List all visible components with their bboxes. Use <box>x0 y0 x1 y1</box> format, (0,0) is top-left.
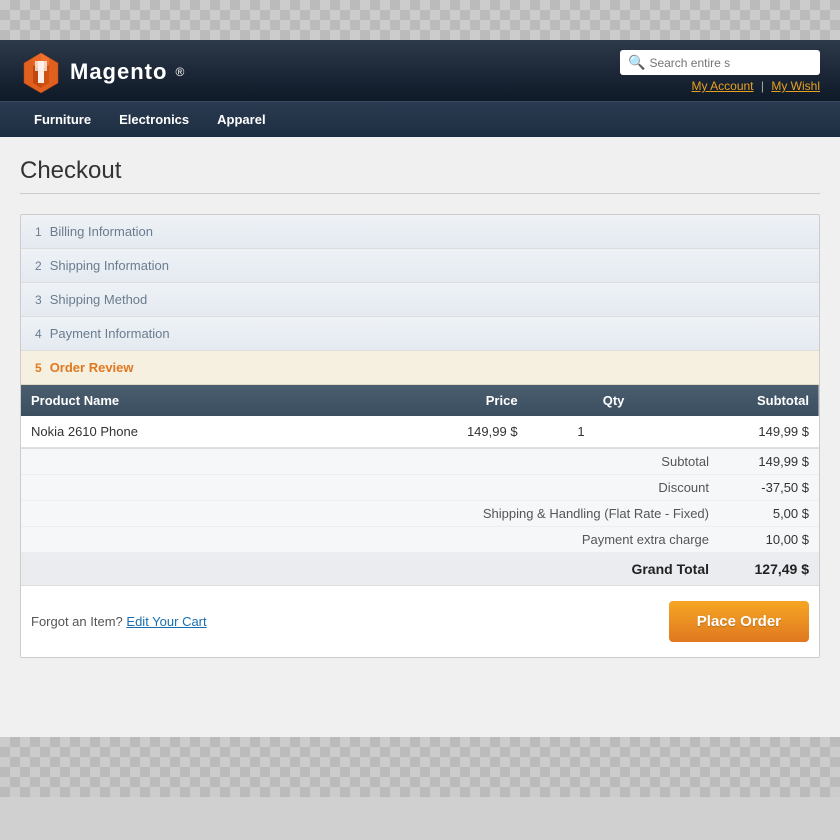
shipping-label: Shipping & Handling (Flat Rate - Fixed) <box>449 506 709 521</box>
step-3-number: 3 <box>35 293 42 307</box>
logo-area: Magento ® <box>20 51 184 93</box>
shipping-value: 5,00 $ <box>729 506 809 521</box>
step-1-billing: 1 Billing Information <box>21 215 819 249</box>
search-icon: 🔍 <box>628 54 645 71</box>
bottom-transparent-area <box>0 737 840 797</box>
step-3-label: Shipping Method <box>50 292 148 307</box>
product-name-cell: Nokia 2610 Phone <box>21 416 347 448</box>
subtotal-row: Subtotal 149,99 $ <box>21 449 819 475</box>
nav-item-apparel[interactable]: Apparel <box>203 102 279 137</box>
account-links: My Account | My Wishl <box>691 79 820 93</box>
step-2-shipping-info: 2 Shipping Information <box>21 249 819 283</box>
step-2-label: Shipping Information <box>50 258 169 273</box>
grand-total-row: Grand Total 127,49 $ <box>21 553 819 585</box>
site-header: Magento ® 🔍 My Account | My Wishl <box>0 40 840 101</box>
step-4-payment: 4 Payment Information <box>21 317 819 351</box>
checkout-footer: Forgot an Item? Edit Your Cart Place Ord… <box>21 585 819 657</box>
order-table: Product Name Price Qty Subtotal Nokia 26… <box>21 385 819 448</box>
col-header-product: Product Name <box>21 385 347 416</box>
my-account-link[interactable]: My Account <box>691 79 753 93</box>
nav-items: Furniture Electronics Apparel <box>20 102 820 137</box>
col-header-price: Price <box>347 385 528 416</box>
forgot-text: Forgot an Item? <box>31 614 123 629</box>
shipping-row: Shipping & Handling (Flat Rate - Fixed) … <box>21 501 819 527</box>
link-separator: | <box>761 79 764 93</box>
step-2-number: 2 <box>35 259 42 273</box>
grand-total-label: Grand Total <box>449 561 709 577</box>
forgot-item-area: Forgot an Item? Edit Your Cart <box>31 614 207 629</box>
main-content: Checkout 1 Billing Information 2 Shippin… <box>0 137 840 737</box>
discount-row: Discount -37,50 $ <box>21 475 819 501</box>
nav-bar: Furniture Electronics Apparel <box>0 101 840 137</box>
payment-extra-value: 10,00 $ <box>729 532 809 547</box>
col-header-qty: Qty <box>528 385 635 416</box>
search-input[interactable] <box>649 56 812 70</box>
top-transparent-area <box>0 0 840 40</box>
table-row: Nokia 2610 Phone 149,99 $ 1 149,99 $ <box>21 416 819 448</box>
step-1-number: 1 <box>35 225 42 239</box>
discount-label: Discount <box>449 480 709 495</box>
step-1-label: Billing Information <box>50 224 153 239</box>
grand-total-value: 127,49 $ <box>729 561 809 577</box>
col-header-subtotal: Subtotal <box>634 385 819 416</box>
nav-item-electronics[interactable]: Electronics <box>105 102 203 137</box>
subtotal-label: Subtotal <box>449 454 709 469</box>
magento-logo-icon <box>20 51 62 93</box>
step-3-shipping-method: 3 Shipping Method <box>21 283 819 317</box>
step-5-number: 5 <box>35 361 42 375</box>
step-5-order-review: 5 Order Review <box>21 351 819 385</box>
subtotal-cell: 149,99 $ <box>634 416 819 448</box>
place-order-button[interactable]: Place Order <box>669 601 809 642</box>
step-4-number: 4 <box>35 327 42 341</box>
edit-cart-link[interactable]: Edit Your Cart <box>126 614 206 629</box>
logo-reg: ® <box>175 65 184 79</box>
my-wishlist-link[interactable]: My Wishl <box>771 79 820 93</box>
payment-extra-label: Payment extra charge <box>449 532 709 547</box>
search-bar[interactable]: 🔍 <box>620 50 820 75</box>
subtotal-value: 149,99 $ <box>729 454 809 469</box>
page-title: Checkout <box>20 157 820 194</box>
payment-extra-row: Payment extra charge 10,00 $ <box>21 527 819 553</box>
order-summary: Subtotal 149,99 $ Discount -37,50 $ Ship… <box>21 448 819 585</box>
checkout-container: 1 Billing Information 2 Shipping Informa… <box>20 214 820 658</box>
step-4-label: Payment Information <box>50 326 170 341</box>
nav-item-furniture[interactable]: Furniture <box>20 102 105 137</box>
header-right: 🔍 My Account | My Wishl <box>620 50 820 93</box>
logo-text: Magento <box>70 59 167 85</box>
step-5-label: Order Review <box>50 360 134 375</box>
discount-value: -37,50 $ <box>729 480 809 495</box>
price-cell: 149,99 $ <box>347 416 528 448</box>
qty-cell: 1 <box>528 416 635 448</box>
